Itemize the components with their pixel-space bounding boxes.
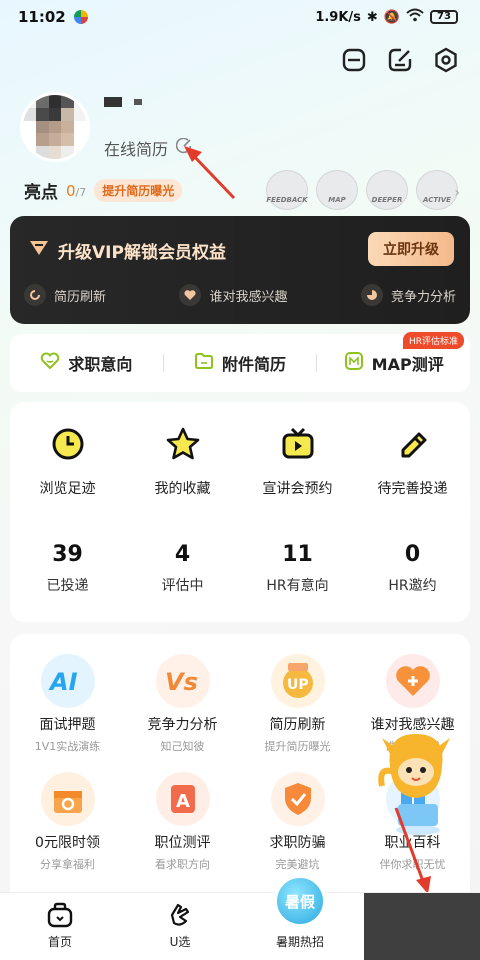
avatar[interactable] (20, 92, 90, 162)
tool-anti-fraud[interactable]: 求职防骗 完美避坑 (240, 772, 355, 872)
heart-icon (179, 284, 202, 306)
highlights-count: 0/7 (66, 181, 87, 200)
boost-resume-button[interactable]: 提升简历曝光 (94, 179, 183, 202)
vip-card[interactable]: 升级VIP解锁会员权益 立即升级 简历刷新 谁对我感兴趣 竞争力分析 (10, 216, 470, 324)
map-assessment-link[interactable]: MAP测评 (317, 351, 470, 375)
upgrade-now-button[interactable]: 立即升级 (368, 232, 454, 266)
vs-icon: Vs (155, 654, 210, 708)
chevron-right-icon[interactable]: › (454, 185, 460, 201)
app-notification-icon (73, 10, 88, 24)
badge-feedback[interactable]: FEEDBACK (266, 170, 308, 210)
job-intention-link[interactable]: 求职意向 (10, 351, 163, 375)
ai-icon: AI (40, 654, 95, 708)
redacted-name-block (134, 99, 142, 105)
stat-hr-invites[interactable]: 0 HR邀约 (355, 542, 470, 595)
activity-actions: 浏览足迹 我的收藏 宣讲会预约 待完善投递 (10, 426, 470, 498)
settings-icon[interactable] (432, 46, 460, 74)
tool-job-assessment[interactable]: A 职位测评 看求职方向 (125, 772, 240, 872)
svg-text:A: A (176, 791, 190, 812)
activity-card: 浏览足迹 我的收藏 宣讲会预约 待完善投递 39 已投递 4 评估中 11 HR有意向… (10, 402, 470, 622)
tab-home[interactable]: 首页 (0, 893, 120, 960)
shield-icon (270, 772, 325, 826)
up-coin-icon: UP (270, 654, 325, 708)
tool-interview-prep[interactable]: AI 面试押题 1V1实战演练 (10, 654, 125, 754)
redacted-name-block (104, 97, 122, 107)
wifi-icon (406, 8, 424, 26)
svg-text:AI: AI (48, 668, 78, 696)
status-bar: 11:02 1.9K/s ✱ 🔕 73 (0, 0, 480, 34)
summer-badge-icon: 暑假 (274, 875, 326, 927)
stat-hr-interested[interactable]: 11 HR有意向 (240, 542, 355, 595)
tab-u-select[interactable]: U选 (120, 893, 240, 960)
pending-applications-button[interactable]: 待完善投递 (355, 426, 470, 498)
stat-evaluating[interactable]: 4 评估中 (125, 542, 240, 595)
network-speed: 1.9K/s (315, 9, 361, 25)
refresh-icon (24, 284, 46, 306)
hand-heart-icon (166, 901, 194, 929)
mute-icon: 🔕 (383, 9, 400, 25)
tv-icon (280, 426, 316, 466)
annotation-arrow (184, 146, 236, 200)
vip-features: 简历刷新 谁对我感兴趣 竞争力分析 (24, 284, 456, 306)
tool-free-gift[interactable]: 0元限时领 分享拿福利 (10, 772, 125, 872)
status-time: 11:02 (18, 8, 66, 26)
badge-deeper[interactable]: DEEPER (366, 170, 408, 210)
redacted-overlay (364, 893, 480, 960)
avatar-mosaic (23, 95, 87, 159)
tool-resume-refresh[interactable]: UP 简历刷新 提升简历曝光 (240, 654, 355, 754)
browse-history-button[interactable]: 浏览足迹 (10, 426, 125, 498)
vip-feature-interested[interactable]: 谁对我感兴趣 (179, 284, 288, 306)
home-bag-icon (46, 901, 74, 929)
user-name-redacted (104, 97, 142, 107)
a-card-icon: A (155, 772, 210, 826)
attachment-resume-link[interactable]: 附件简历 (164, 351, 317, 375)
quick-links: 求职意向 附件简历 MAP测评 HR评估标准 (10, 332, 470, 392)
application-stats: 39 已投递 4 评估中 11 HR有意向 0 HR邀约 (10, 542, 470, 595)
heart-plus-icon (385, 654, 440, 708)
gift-icon (40, 772, 95, 826)
vip-feature-refresh[interactable]: 简历刷新 (24, 284, 106, 306)
highlights-row: 亮点 0/7 提升简历曝光 (24, 178, 183, 203)
m-badge-icon (344, 352, 364, 374)
clock-icon (50, 426, 86, 466)
heart-outline-icon (40, 352, 60, 374)
tool-competitiveness[interactable]: Vs 竞争力分析 知己知彼 (125, 654, 240, 754)
achievement-badges[interactable]: FEEDBACK MAP DEEPER ACTIVE (266, 170, 458, 210)
svg-text:UP: UP (287, 677, 309, 693)
header-actions (340, 46, 460, 74)
star-icon (165, 426, 201, 466)
svg-text:Vs: Vs (165, 668, 198, 696)
vip-title: 升级VIP解锁会员权益 (28, 238, 226, 263)
badge-map[interactable]: MAP (316, 170, 358, 210)
seminar-booking-button[interactable]: 宣讲会预约 (240, 426, 355, 498)
tab-summer-jobs[interactable]: 暑假 暑期热招 (240, 875, 360, 960)
highlights-title: 亮点 (24, 183, 58, 203)
vip-feature-competitiveness[interactable]: 竞争力分析 (360, 284, 456, 306)
hr-standard-tag: HR评估标准 (402, 332, 464, 349)
online-resume-label: 在线简历 (104, 140, 169, 159)
scan-icon[interactable] (340, 46, 368, 74)
battery-icon: 73 (430, 10, 458, 24)
badge-active[interactable]: ACTIVE (416, 170, 458, 210)
edit-icon[interactable] (386, 46, 414, 74)
vip-crown-icon (28, 239, 50, 262)
folder-icon (194, 352, 214, 374)
pencil-icon (395, 426, 431, 466)
my-favorites-button[interactable]: 我的收藏 (125, 426, 240, 498)
bluetooth-icon: ✱ (366, 9, 378, 25)
annotation-arrow (394, 807, 431, 894)
pie-chart-icon (360, 284, 383, 306)
stat-applied[interactable]: 39 已投递 (10, 542, 125, 595)
